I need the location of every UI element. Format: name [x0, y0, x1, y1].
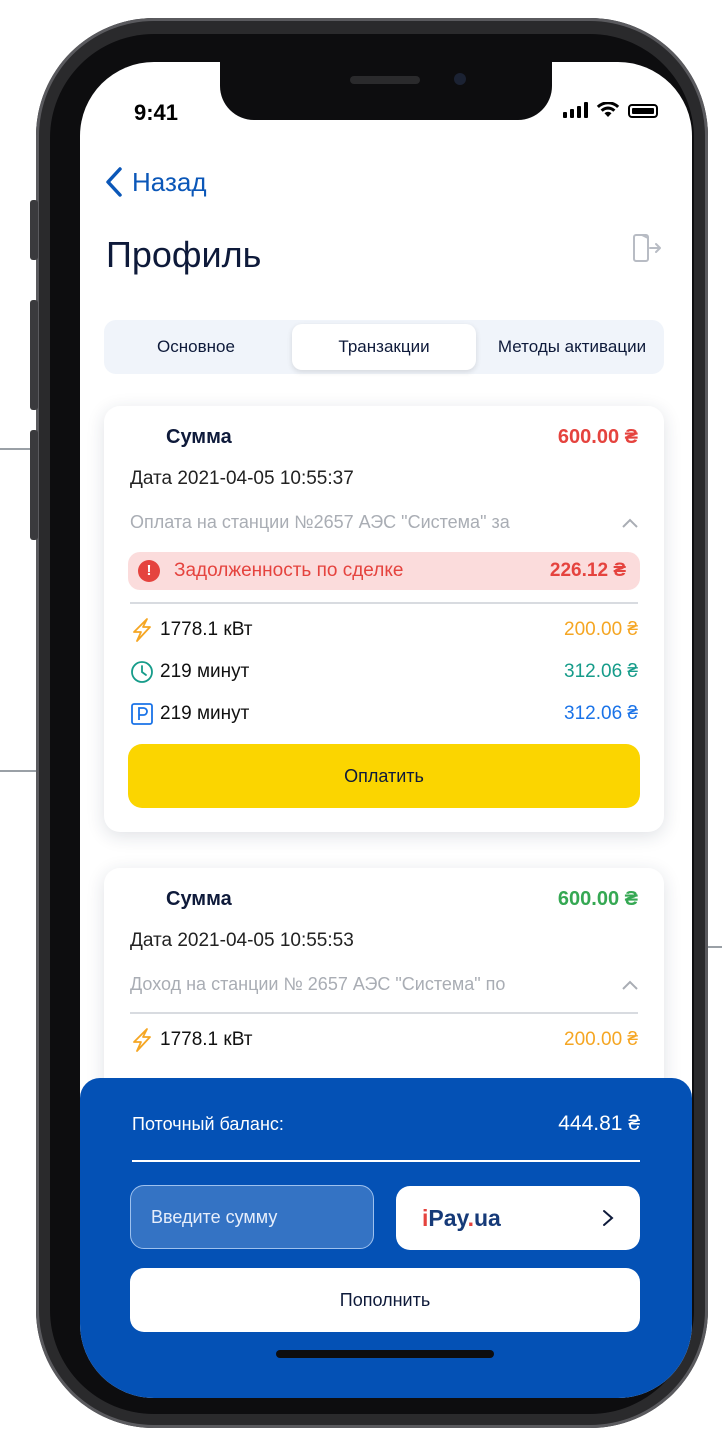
transaction-description: Оплата на станции №2657 АЭС "Система" за: [130, 512, 510, 532]
chevron-left-icon: [106, 167, 122, 197]
amount-input[interactable]: [130, 1185, 374, 1249]
item-label: 1778.1 кВт: [160, 619, 253, 640]
payment-provider-button[interactable]: iPay.ua: [396, 1186, 640, 1250]
back-label: Назад: [132, 166, 207, 197]
list-item: 219 минут 312.06 ₴: [130, 660, 638, 684]
volume-down-button: [30, 430, 38, 540]
divider: [130, 1012, 638, 1014]
divider: [132, 1160, 640, 1162]
page-title: Профиль: [106, 234, 262, 275]
balance-panel: Поточный баланс: 444.81 ₴ iPay.ua Пополн…: [80, 1078, 692, 1398]
item-label: 1778.1 кВт: [160, 1029, 253, 1050]
transaction-amount: 600.00 ₴: [557, 888, 638, 910]
transaction-card: Сумма 600.00 ₴ Дата 2021-04-05 10:55:37 …: [104, 406, 664, 832]
transaction-date: Дата 2021-04-05 10:55:37: [130, 468, 354, 489]
chevron-up-icon: [622, 518, 638, 528]
home-indicator: [276, 1350, 494, 1358]
debt-banner: ! Задолженность по сделке 226.12 ₴: [128, 552, 640, 590]
tab-main[interactable]: Основное: [104, 324, 288, 370]
tab-bar: Основное Транзакции Методы активации: [104, 320, 664, 374]
transaction-amount: 600.00 ₴: [557, 426, 638, 448]
item-value: 312.06 ₴: [564, 703, 638, 724]
battery-icon: [628, 104, 658, 118]
back-button[interactable]: Назад: [104, 166, 207, 198]
list-item: 1778.1 кВт 200.00 ₴: [130, 1028, 638, 1052]
mute-switch: [30, 200, 38, 260]
notch: [220, 62, 552, 120]
chevron-up-icon: [622, 980, 638, 990]
item-value: 312.06 ₴: [564, 661, 638, 682]
list-item: 1778.1 кВт 200.00 ₴: [130, 618, 638, 642]
description-toggle[interactable]: Доход на станции № 2657 АЭС "Система" по: [130, 974, 638, 995]
tab-transactions[interactable]: Транзакции: [292, 324, 476, 370]
sum-label: Сумма: [166, 426, 232, 448]
lightning-icon: [133, 618, 151, 642]
topup-button[interactable]: Пополнить: [130, 1268, 640, 1332]
logout-icon[interactable]: [632, 232, 662, 264]
status-time: 9:41: [134, 100, 179, 125]
sum-label: Сумма: [166, 888, 232, 910]
status-icons: [563, 102, 658, 118]
parking-icon: [131, 703, 153, 725]
balance-label: Поточный баланс:: [132, 1114, 284, 1134]
volume-up-button: [30, 300, 38, 410]
chevron-right-icon: [603, 1210, 614, 1226]
item-value: 200.00 ₴: [564, 1029, 638, 1050]
signal-icon: [563, 102, 588, 118]
transaction-description: Доход на станции № 2657 АЭС "Система" по: [130, 974, 506, 994]
divider: [130, 602, 638, 604]
list-item: 219 минут 312.06 ₴: [130, 702, 638, 726]
alert-icon: !: [138, 560, 160, 582]
wifi-icon: [596, 102, 620, 117]
item-label: 219 минут: [160, 661, 250, 682]
ipay-logo: iPay.ua: [422, 1204, 501, 1231]
transaction-date: Дата 2021-04-05 10:55:53: [130, 930, 354, 951]
pay-button[interactable]: Оплатить: [128, 744, 640, 808]
front-camera: [454, 73, 466, 85]
phone-screen: 9:41 Назад Профиль Основное Транзакции М…: [80, 62, 692, 1398]
debt-label: Задолженность по сделке: [174, 560, 404, 581]
description-toggle[interactable]: Оплата на станции №2657 АЭС "Система" за: [130, 512, 638, 533]
lightning-icon: [133, 1028, 151, 1052]
clock-icon: [131, 661, 153, 683]
item-label: 219 минут: [160, 703, 250, 724]
speaker: [350, 76, 420, 84]
item-value: 200.00 ₴: [564, 619, 638, 640]
debt-amount: 226.12 ₴: [549, 560, 626, 581]
tab-activation-methods[interactable]: Методы активации: [480, 324, 664, 370]
balance-value: 444.81 ₴: [558, 1112, 640, 1135]
